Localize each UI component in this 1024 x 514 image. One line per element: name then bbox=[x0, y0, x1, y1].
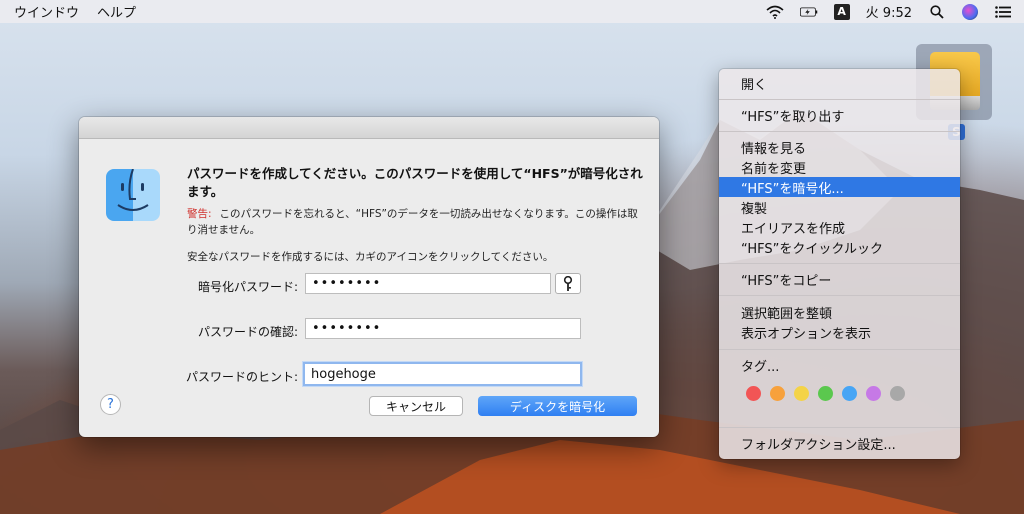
key-hint-text: 安全なパスワードを作成するには、カギのアイコンをクリックしてください。 bbox=[187, 251, 554, 263]
menu-item-quick-look[interactable]: “HFS”をクイックルック bbox=[719, 237, 960, 257]
warning-label: 警告: bbox=[187, 208, 212, 220]
key-icon bbox=[563, 275, 573, 291]
menu-item-copy[interactable]: “HFS”をコピー bbox=[719, 269, 960, 289]
tag-color-row bbox=[746, 386, 905, 401]
menu-item-get-info[interactable]: 情報を見る bbox=[719, 137, 960, 157]
context-menu: 開く “HFS”を取り出す 情報を見る 名前を変更 “HFS”を暗号化... 複… bbox=[719, 69, 960, 459]
menu-separator bbox=[719, 131, 960, 132]
cancel-button[interactable]: キャンセル bbox=[369, 396, 463, 416]
notification-center-icon[interactable] bbox=[994, 4, 1012, 20]
menu-item-clean-up[interactable]: 選択範囲を整頓 bbox=[719, 302, 960, 322]
confirm-password-field[interactable]: •••••••• bbox=[305, 318, 581, 339]
menu-item-open[interactable]: 開く bbox=[719, 73, 960, 93]
menu-help[interactable]: ヘルプ bbox=[97, 2, 136, 21]
menu-item-make-alias[interactable]: エイリアスを作成 bbox=[719, 217, 960, 237]
tag-blue[interactable] bbox=[842, 386, 857, 401]
hint-label: パスワードのヒント: bbox=[185, 370, 298, 384]
password-assistant-button[interactable] bbox=[555, 273, 581, 294]
menu-separator bbox=[719, 263, 960, 264]
siri-icon[interactable] bbox=[962, 3, 978, 20]
menu-separator bbox=[719, 295, 960, 296]
clock[interactable]: 火 9:52 bbox=[866, 2, 912, 21]
tag-red[interactable] bbox=[746, 386, 761, 401]
menubar: ウインドウ ヘルプ A 火 9:52 bbox=[0, 0, 1024, 23]
encrypt-dialog: パスワードを作成してください。このパスワードを使用して“HFS”が暗号化されます… bbox=[79, 117, 659, 437]
menu-item-encrypt[interactable]: “HFS”を暗号化... bbox=[719, 177, 960, 197]
password-label: 暗号化パスワード: bbox=[197, 280, 298, 294]
menu-item-show-view-options[interactable]: 表示オプションを表示 bbox=[719, 322, 960, 342]
battery-icon[interactable] bbox=[799, 4, 818, 20]
menu-separator bbox=[719, 427, 960, 428]
menu-item-rename[interactable]: 名前を変更 bbox=[719, 157, 960, 177]
tag-green[interactable] bbox=[818, 386, 833, 401]
dialog-titlebar[interactable] bbox=[79, 117, 659, 139]
tag-gray[interactable] bbox=[890, 386, 905, 401]
menu-window[interactable]: ウインドウ bbox=[14, 2, 79, 21]
warning-text: このパスワードを忘れると、“HFS”のデータを一切読み出せなくなります。この操作… bbox=[187, 208, 638, 236]
dialog-message: パスワードを作成してください。このパスワードを使用して“HFS”が暗号化されます… bbox=[187, 166, 643, 199]
tag-orange[interactable] bbox=[770, 386, 785, 401]
menu-item-folder-actions[interactable]: フォルダアクション設定... bbox=[719, 433, 960, 453]
confirm-label: パスワードの確認: bbox=[197, 325, 298, 339]
wifi-icon[interactable] bbox=[766, 4, 784, 20]
finder-icon bbox=[106, 169, 160, 221]
tag-purple[interactable] bbox=[866, 386, 881, 401]
password-hint-field[interactable]: hogehoge bbox=[303, 362, 582, 386]
help-button[interactable]: ? bbox=[100, 394, 121, 415]
menu-separator bbox=[719, 349, 960, 350]
warning-message: 警告: このパスワードを忘れると、“HFS”のデータを一切読み出せなくなります。こ… bbox=[187, 206, 647, 238]
tag-yellow[interactable] bbox=[794, 386, 809, 401]
menu-item-tags[interactable]: タグ... bbox=[719, 355, 960, 375]
input-source-icon[interactable]: A bbox=[833, 3, 850, 20]
spotlight-icon[interactable] bbox=[928, 4, 946, 20]
menu-separator bbox=[719, 99, 960, 100]
password-field[interactable]: •••••••• bbox=[305, 273, 551, 294]
menu-item-duplicate[interactable]: 複製 bbox=[719, 197, 960, 217]
menu-item-eject[interactable]: “HFS”を取り出す bbox=[719, 105, 960, 125]
encrypt-disk-button[interactable]: ディスクを暗号化 bbox=[478, 396, 637, 416]
